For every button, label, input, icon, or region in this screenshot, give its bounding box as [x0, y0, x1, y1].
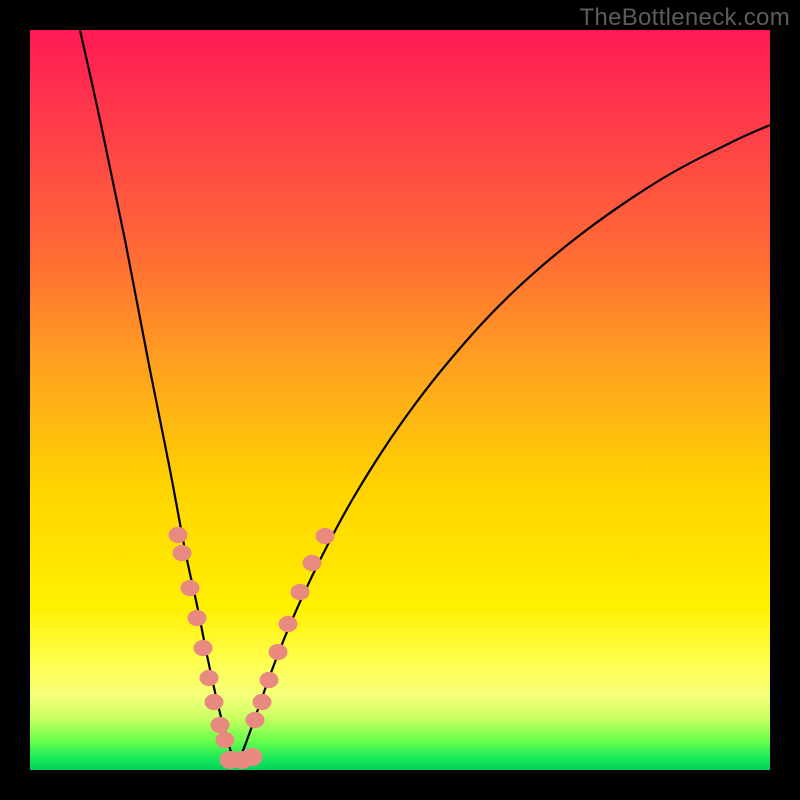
dots-left-branch-point: [173, 545, 191, 560]
dots-left-branch-point: [205, 694, 223, 709]
dots-left-branch-point: [211, 717, 229, 732]
watermark-text: TheBottleneck.com: [579, 4, 790, 32]
plot-area: [30, 30, 770, 770]
left-curve: [80, 30, 236, 765]
dots-right-branch-point: [253, 694, 271, 709]
dots-left-branch-point: [181, 580, 199, 595]
dots-left-branch-point: [169, 527, 187, 542]
right-curve: [236, 125, 770, 765]
dots-right-branch-point: [269, 644, 287, 659]
dots-left-branch-point: [216, 732, 234, 747]
dots-right-branch-point: [291, 584, 309, 599]
chart-frame: TheBottleneck.com: [0, 0, 800, 800]
dots-right-branch-point: [316, 528, 334, 543]
dots-left-branch-point: [200, 670, 218, 685]
dots-right-branch-point: [303, 555, 321, 570]
dots-right-branch-point: [260, 672, 278, 687]
chart-overlay: [30, 30, 770, 770]
trough-blob-point: [242, 749, 262, 766]
dots-right-branch-point: [279, 616, 297, 631]
dots-right-branch-point: [246, 712, 264, 727]
dots-left-branch-point: [188, 610, 206, 625]
dots-left-branch-point: [194, 640, 212, 655]
